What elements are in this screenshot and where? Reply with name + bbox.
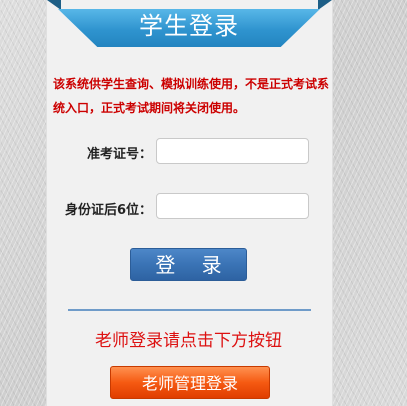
teacher-login-button[interactable]: 老师管理登录 xyxy=(110,366,270,399)
page-title: 学生登录 xyxy=(139,12,239,40)
notice-text: 该系统供学生查询、模拟训练使用，不是正式考试系统入口，正式考试期间将关闭使用。 xyxy=(53,77,330,115)
divider xyxy=(68,309,311,311)
id-last6-input[interactable] xyxy=(156,193,309,219)
ribbon-fold-right xyxy=(318,0,332,10)
teacher-login-hint: 老师登录请点击下方按钮 xyxy=(95,331,282,351)
exam-number-label: 准考证号： xyxy=(86,147,152,162)
login-button[interactable]: 登 录 xyxy=(130,248,247,281)
title-ribbon: 学生登录 xyxy=(58,9,320,47)
exam-number-input[interactable] xyxy=(156,138,309,164)
id-last6-label: 身份证后6位： xyxy=(64,203,152,218)
ribbon-fold-left xyxy=(47,0,61,10)
